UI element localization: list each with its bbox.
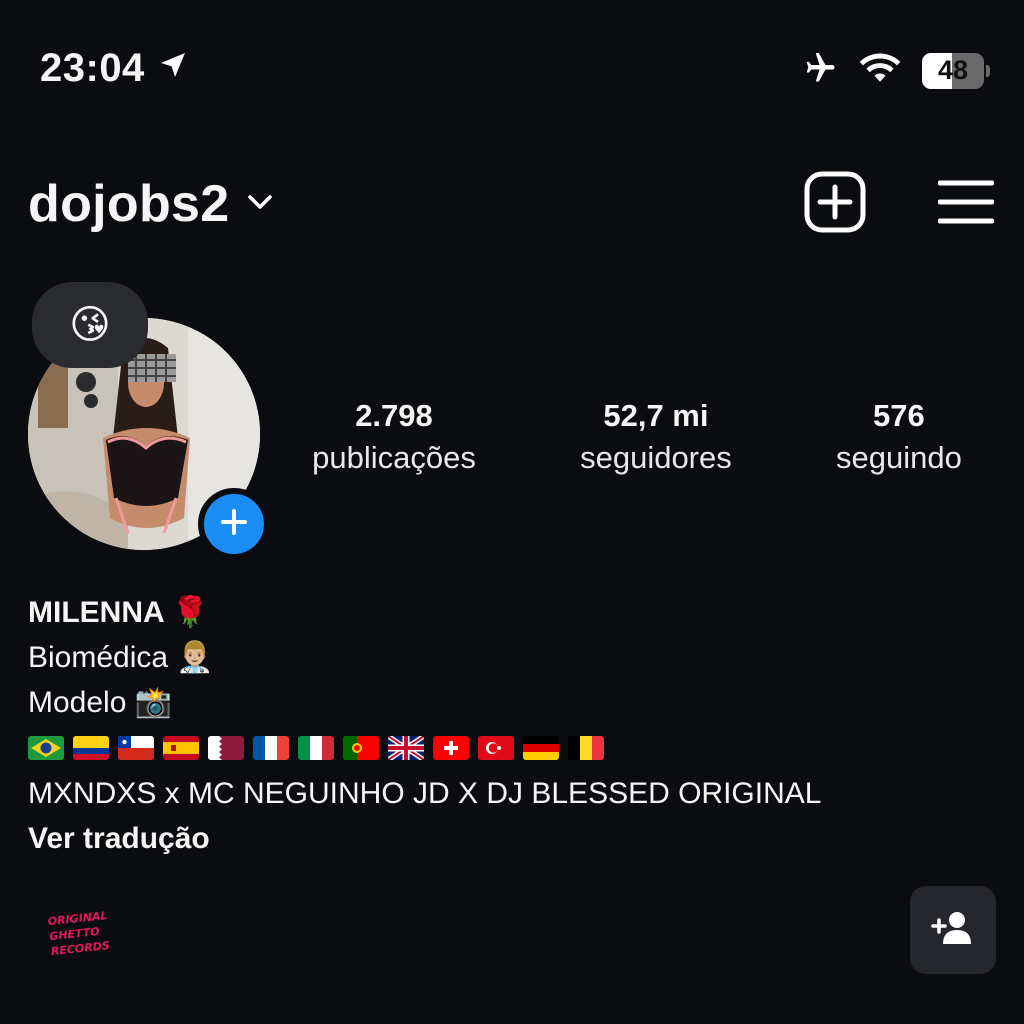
wifi-icon bbox=[858, 51, 902, 90]
turkey-flag-icon bbox=[478, 736, 514, 760]
note-emoji: 😘 bbox=[69, 303, 111, 347]
belgium-flag-icon bbox=[568, 736, 604, 760]
qatar-flag-icon bbox=[208, 736, 244, 760]
note-bubble[interactable]: 😘 bbox=[32, 282, 148, 368]
account-switcher[interactable]: dojobs2 bbox=[28, 174, 275, 234]
portugal-flag-icon bbox=[343, 736, 379, 760]
stat-value: 576 bbox=[873, 398, 925, 433]
menu-icon bbox=[937, 178, 995, 231]
stat-posts[interactable]: 2.798 publicações bbox=[312, 398, 476, 476]
italy-flag-icon bbox=[298, 736, 334, 760]
bio-credits: MXNDXS x MC NEGUINHO JD X DJ BLESSED ORI… bbox=[28, 777, 822, 810]
profile-header: dojobs2 bbox=[28, 168, 995, 240]
discover-people-button[interactable] bbox=[910, 886, 996, 974]
location-arrow-icon bbox=[157, 46, 189, 91]
new-post-button[interactable] bbox=[804, 171, 866, 238]
header-actions bbox=[804, 171, 995, 238]
see-translation-link[interactable]: Ver tradução bbox=[28, 816, 984, 861]
watermark-logo: ORIGINAL GHETTO RECORDS bbox=[47, 906, 133, 974]
stat-value: 52,7 mi bbox=[603, 398, 709, 433]
new-post-icon bbox=[804, 171, 866, 238]
username: dojobs2 bbox=[28, 175, 230, 233]
profile-bio: MILENNA 🌹 Biomédica 👨🏼‍⚕️ Modelo 📸 bbox=[28, 590, 984, 861]
note-bubble-dot bbox=[76, 372, 96, 392]
bio-line-2: Modelo 📸 bbox=[28, 686, 173, 719]
chevron-down-icon bbox=[245, 192, 275, 217]
profile-page: 23:04 48 dojobs2 😘 2.798 publicações 52,… bbox=[0, 0, 1024, 1024]
display-name: MILENNA 🌹 bbox=[28, 596, 210, 629]
chile-flag-icon bbox=[118, 736, 154, 760]
status-icons: 48 bbox=[798, 50, 990, 91]
status-time-text: 23:04 bbox=[40, 46, 145, 90]
menu-button[interactable] bbox=[937, 178, 995, 231]
battery-tip bbox=[986, 64, 990, 77]
stat-label: seguindo bbox=[836, 440, 962, 475]
stat-followers[interactable]: 52,7 mi seguidores bbox=[580, 398, 732, 476]
status-time: 23:04 bbox=[40, 46, 189, 91]
brazil-flag-icon bbox=[28, 736, 64, 760]
uk-flag-icon bbox=[388, 736, 424, 760]
colombia-flag-icon bbox=[73, 736, 109, 760]
stat-value: 2.798 bbox=[355, 398, 433, 433]
battery-icon: 48 bbox=[922, 52, 984, 89]
spain-flag-icon bbox=[163, 736, 199, 760]
stat-following[interactable]: 576 seguindo bbox=[836, 398, 962, 476]
note-bubble-dot-small bbox=[84, 394, 98, 408]
profile-stats: 2.798 publicações 52,7 mi seguidores 576… bbox=[260, 398, 1014, 476]
switzerland-flag-icon bbox=[433, 736, 469, 760]
watermark-text: ORIGINAL GHETTO RECORDS bbox=[47, 909, 111, 959]
germany-flag-icon bbox=[523, 736, 559, 760]
profile-avatar-area: 😘 bbox=[28, 282, 270, 560]
stat-label: seguidores bbox=[580, 440, 732, 475]
flags-row bbox=[28, 725, 984, 771]
add-person-icon bbox=[931, 910, 975, 951]
battery-text: 48 bbox=[937, 55, 969, 85]
stat-label: publicações bbox=[312, 440, 476, 475]
bio-line-1: Biomédica 👨🏼‍⚕️ bbox=[28, 641, 214, 674]
plus-icon bbox=[219, 507, 249, 542]
airplane-icon bbox=[798, 50, 838, 91]
add-story-button[interactable] bbox=[198, 488, 270, 560]
france-flag-icon bbox=[253, 736, 289, 760]
